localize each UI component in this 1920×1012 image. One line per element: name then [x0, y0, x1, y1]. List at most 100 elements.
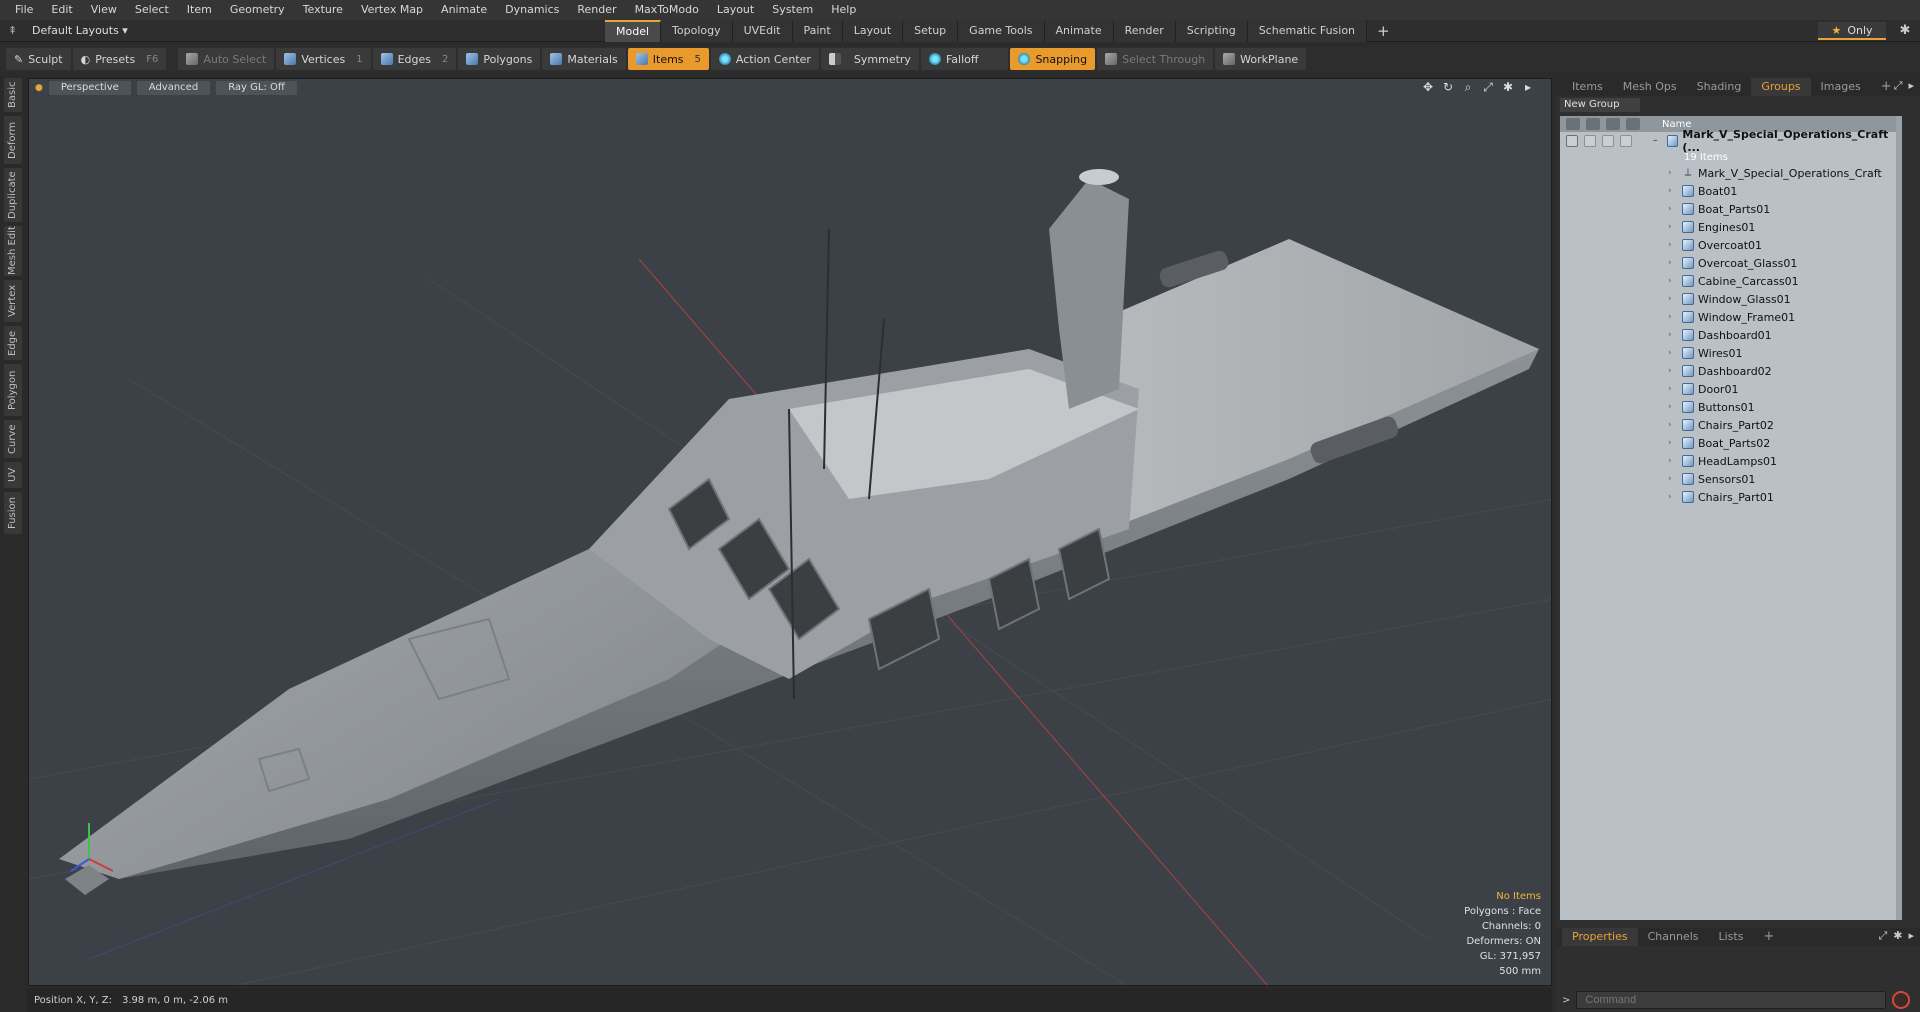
tab-layout[interactable]: Layout [842, 20, 904, 42]
expand-arrow-icon[interactable]: › [1668, 366, 1678, 376]
tool-tab-duplicate[interactable]: Duplicate [4, 168, 22, 222]
list-item[interactable]: › Window_Glass01 [1560, 290, 1902, 308]
menu-maxtomodo[interactable]: MaxToModo [626, 0, 708, 20]
layout-selector[interactable]: ⇞ Default Layouts ▾ [0, 20, 600, 42]
expand-arrow-icon[interactable]: › [1668, 294, 1678, 304]
tab-images[interactable]: Images [1811, 78, 1871, 96]
expand-arrow-icon[interactable]: › [1668, 168, 1678, 178]
expand-arrow-icon[interactable]: › [1668, 312, 1678, 322]
expand-arrow-icon[interactable]: › [1668, 330, 1678, 340]
menu-system[interactable]: System [763, 0, 822, 20]
menu-geometry[interactable]: Geometry [221, 0, 294, 20]
tool-tab-edge[interactable]: Edge [4, 326, 22, 360]
tab-properties[interactable]: Properties [1562, 928, 1638, 946]
tab-groups[interactable]: Groups [1751, 78, 1811, 96]
tab-topology[interactable]: Topology [661, 20, 733, 42]
snapping-button[interactable]: Snapping [1010, 48, 1096, 70]
maximize-icon[interactable]: ⤢ [1481, 80, 1495, 95]
menu-layout[interactable]: Layout [708, 0, 763, 20]
polygons-button[interactable]: Polygons [458, 48, 541, 70]
menu-select[interactable]: Select [126, 0, 178, 20]
tab-scripting[interactable]: Scripting [1175, 20, 1248, 42]
layout-name[interactable]: Default Layouts ▾ [32, 24, 128, 37]
expand-arrow-icon[interactable]: › [1668, 240, 1678, 250]
zoom-icon[interactable]: ⌕ [1461, 80, 1475, 95]
pan-icon[interactable]: ✥ [1421, 80, 1435, 95]
menu-render[interactable]: Render [568, 0, 625, 20]
add-tab-button[interactable]: + [1367, 20, 1400, 42]
new-group-button[interactable]: New Group [1560, 98, 1640, 112]
lock-col-icon[interactable] [1606, 118, 1620, 130]
expand-arrow-icon[interactable]: › [1668, 456, 1678, 466]
groups-scrollbar[interactable] [1896, 116, 1902, 920]
expand-arrow-icon[interactable]: › [1668, 438, 1678, 448]
arrow-icon[interactable]: ▸ [1908, 929, 1914, 943]
expand-arrow-icon[interactable]: › [1668, 492, 1678, 502]
tool-tab-curve[interactable]: Curve [4, 420, 22, 458]
expand-arrow-icon[interactable]: › [1668, 276, 1678, 286]
expand-icon[interactable]: ⤢ [1894, 79, 1903, 93]
only-button[interactable]: ★ Only [1818, 22, 1886, 40]
tab-mesh-ops[interactable]: Mesh Ops [1613, 78, 1687, 96]
viewport-gear-icon[interactable]: ✱ [1501, 80, 1515, 95]
add-properties-tab-button[interactable]: + [1753, 928, 1784, 946]
menu-edit[interactable]: Edit [42, 0, 81, 20]
tab-uvedit[interactable]: UVEdit [732, 20, 793, 42]
expand-arrow-icon[interactable]: › [1668, 402, 1678, 412]
view-type-button[interactable]: Perspective [48, 81, 131, 95]
tool-tab-vertex[interactable]: Vertex [4, 280, 22, 322]
action-center-button[interactable]: Action Center [710, 48, 819, 70]
shading-button[interactable]: Advanced [136, 81, 211, 95]
symmetry-button[interactable]: Symmetry [820, 48, 919, 70]
tool-tab-deform[interactable]: Deform [4, 116, 22, 164]
raygl-button[interactable]: Ray GL: Off [216, 81, 297, 95]
expand-arrow-icon[interactable]: › [1668, 222, 1678, 232]
workplane-button[interactable]: WorkPlane [1215, 48, 1307, 70]
menu-animate[interactable]: Animate [432, 0, 496, 20]
expand-arrow-icon[interactable]: › [1668, 186, 1678, 196]
visibility-toggle[interactable] [1566, 135, 1578, 147]
select-col-icon[interactable] [1626, 118, 1640, 130]
tab-setup[interactable]: Setup [903, 20, 959, 42]
auto-select-button[interactable]: Auto Select [178, 48, 275, 70]
list-item[interactable]: › Buttons01 [1560, 398, 1902, 416]
gear-icon[interactable]: ✱ [1893, 929, 1902, 943]
tab-animate[interactable]: Animate [1044, 20, 1114, 42]
expand-arrow-icon[interactable]: › [1668, 420, 1678, 430]
menu-view[interactable]: View [82, 0, 126, 20]
visibility-col-icon[interactable] [1566, 118, 1580, 130]
tool-tab-fusion[interactable]: Fusion [4, 492, 22, 534]
tab-lists[interactable]: Lists [1709, 928, 1754, 946]
expand-arrow-icon[interactable]: › [1668, 384, 1678, 394]
list-item[interactable]: › Sensors01 [1560, 470, 1902, 488]
tool-tab-polygon[interactable]: Polygon [4, 364, 22, 416]
collapse-icon[interactable]: ⇞ [8, 24, 20, 37]
list-item[interactable]: › Overcoat01 [1560, 236, 1902, 254]
select-toggle[interactable] [1620, 135, 1632, 147]
expand-arrow-icon[interactable]: › [1668, 348, 1678, 358]
menu-vertex-map[interactable]: Vertex Map [352, 0, 432, 20]
list-item[interactable]: › Window_Frame01 [1560, 308, 1902, 326]
menu-texture[interactable]: Texture [294, 0, 352, 20]
tab-paint[interactable]: Paint [792, 20, 843, 42]
3d-viewport[interactable]: ● Perspective Advanced Ray GL: Off ✥ ↻ ⌕… [28, 78, 1552, 986]
arrow-icon[interactable]: ▸ [1908, 79, 1914, 93]
tool-tab-basic[interactable]: Basic [4, 78, 22, 112]
expand-arrow-icon[interactable]: › [1668, 204, 1678, 214]
lock-toggle[interactable] [1602, 135, 1614, 147]
tab-schematic-fusion[interactable]: Schematic Fusion [1247, 20, 1368, 42]
list-item[interactable]: › Overcoat_Glass01 [1560, 254, 1902, 272]
list-item[interactable]: › Boat_Parts02 [1560, 434, 1902, 452]
expand-arrow-icon[interactable]: › [1668, 474, 1678, 484]
gear-icon[interactable]: ✱ [1896, 22, 1914, 40]
rotate-icon[interactable]: ↻ [1441, 80, 1455, 95]
tool-tab-uv[interactable]: UV [4, 462, 22, 488]
list-item[interactable]: › Chairs_Part02 [1560, 416, 1902, 434]
list-item[interactable]: › Cabine_Carcass01 [1560, 272, 1902, 290]
menu-file[interactable]: File [6, 0, 42, 20]
menu-help[interactable]: Help [822, 0, 865, 20]
list-item[interactable]: › Boat01 [1560, 182, 1902, 200]
render-col-icon[interactable] [1586, 118, 1600, 130]
expand-icon[interactable]: ⤢ [1878, 929, 1887, 943]
presets-button[interactable]: ◐ Presets F6 [72, 48, 167, 70]
